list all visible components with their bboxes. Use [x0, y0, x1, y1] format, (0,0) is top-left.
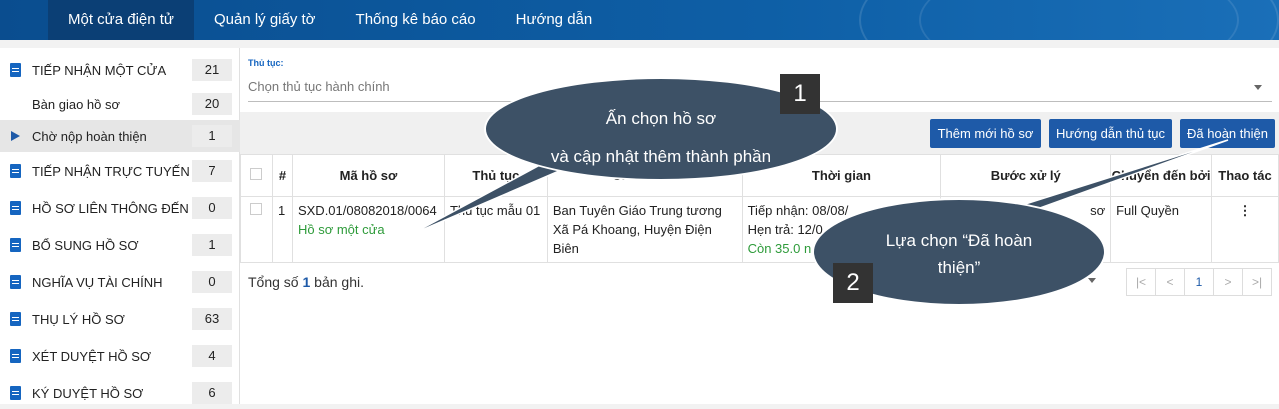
- annotation-pointers: [407, 139, 1229, 237]
- bubble2-pointer: [999, 139, 1229, 213]
- annotation-text: Lựa chọn “Đã hoàn: [885, 231, 1033, 250]
- step-number-1: 1: [780, 74, 820, 114]
- step-number-2: 2: [833, 263, 873, 303]
- annotation-text: và cập nhật thêm thành phần: [550, 147, 772, 166]
